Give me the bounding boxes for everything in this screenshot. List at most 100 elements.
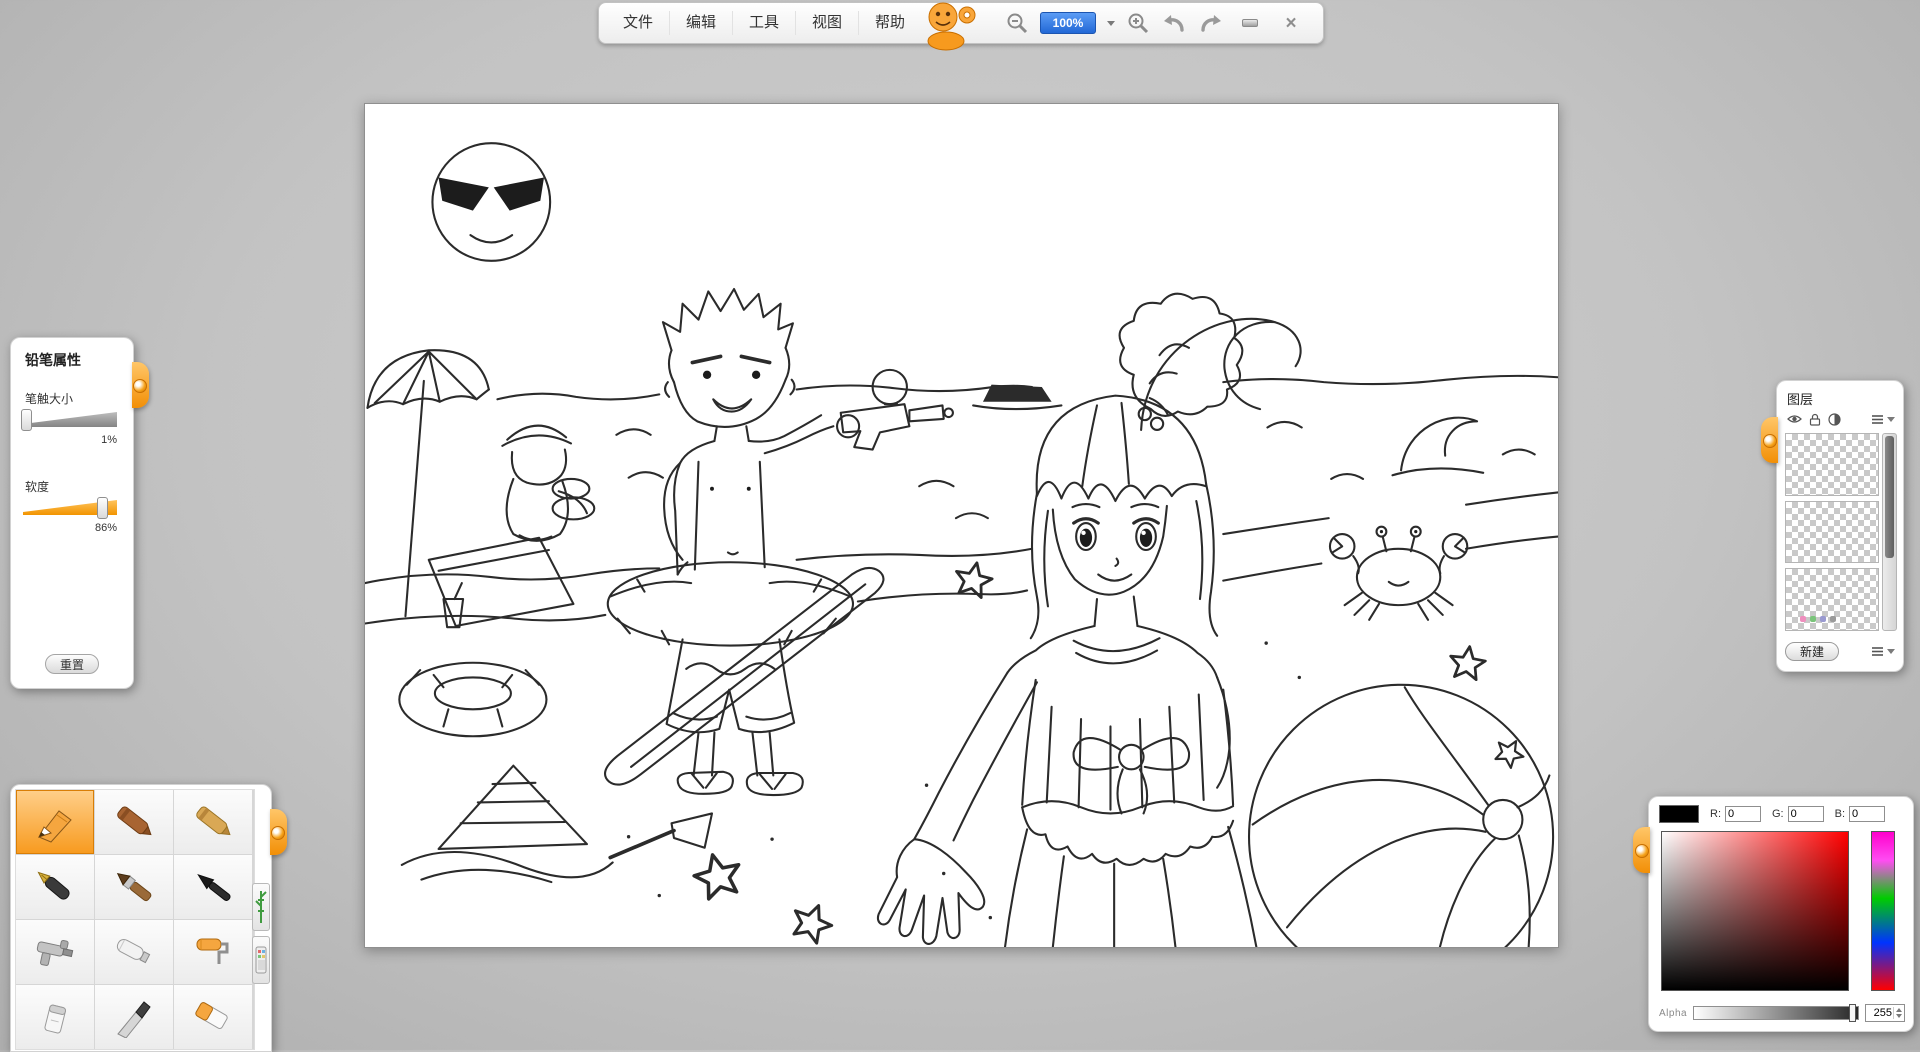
- blend-circle-icon[interactable]: [1828, 413, 1841, 426]
- bamboo-icon: [255, 889, 267, 925]
- zoom-out-button[interactable]: [1005, 11, 1029, 35]
- stamp-tool-button[interactable]: [252, 936, 270, 984]
- layer-options-icon: [1871, 646, 1884, 657]
- red-input[interactable]: [1725, 806, 1761, 822]
- pencil-icon: [31, 801, 79, 843]
- tool-paint-brush[interactable]: [95, 855, 173, 919]
- tool-fountain-pen[interactable]: [16, 855, 94, 919]
- current-color-swatch[interactable]: [1659, 805, 1699, 823]
- layers-header-icons: [1787, 411, 1895, 427]
- tool-paint-jar[interactable]: [16, 985, 94, 1049]
- caret-down-icon: [1887, 417, 1895, 422]
- layer-thumbnail-3[interactable]: [1785, 568, 1879, 631]
- drawing-canvas[interactable]: [364, 103, 1559, 948]
- tool-crayon[interactable]: [95, 790, 173, 854]
- mascot-clown-button[interactable]: [920, 0, 984, 52]
- clown-dot-icon: [271, 826, 285, 840]
- crab: [1330, 527, 1467, 620]
- palette-knife-icon: [110, 996, 158, 1038]
- green-input[interactable]: [1788, 806, 1824, 822]
- color-panel-handle[interactable]: [1633, 827, 1650, 873]
- layers-scrollbar-thumb[interactable]: [1885, 436, 1894, 558]
- menu-help[interactable]: 帮助: [859, 11, 921, 35]
- wave-right: [1392, 418, 1483, 476]
- tool-eraser[interactable]: [174, 985, 252, 1049]
- undo-button[interactable]: [1161, 11, 1187, 35]
- pencil-panel-title: 铅笔属性: [25, 350, 81, 370]
- ink-brush-icon: [189, 866, 237, 908]
- tool-grid: [15, 789, 255, 1050]
- paint-mark: [1820, 616, 1826, 622]
- toddler: [502, 426, 594, 541]
- tool-chalk[interactable]: [174, 790, 252, 854]
- reset-button[interactable]: 重置: [45, 654, 99, 674]
- hue-strip[interactable]: [1871, 831, 1895, 991]
- wave-crest: [1141, 319, 1300, 430]
- stamp-icon: [255, 946, 267, 974]
- magnifier-minus-icon: [1005, 11, 1029, 35]
- brush-size-slider-handle[interactable]: [21, 409, 32, 431]
- tool-palette-knife[interactable]: [95, 985, 173, 1049]
- pencil-properties-panel: 铅笔属性 笔触大小 1% 软度 86% 重置: [10, 337, 134, 689]
- toy-shovel: [610, 813, 712, 857]
- paint-brush-icon: [110, 866, 158, 908]
- paint-jar-icon: [31, 996, 79, 1038]
- close-button[interactable]: ×: [1276, 12, 1306, 34]
- tool-paint-tube[interactable]: [95, 920, 173, 984]
- tool-airbrush[interactable]: [16, 920, 94, 984]
- layer-options-button[interactable]: [1871, 646, 1895, 657]
- paint-tube-icon: [110, 931, 158, 973]
- layers-scrollbar[interactable]: [1882, 433, 1897, 631]
- alpha-slider-handle[interactable]: [1849, 1004, 1856, 1022]
- redo-button[interactable]: [1198, 11, 1224, 35]
- alpha-row: Alpha: [1659, 1005, 1905, 1021]
- bamboo-tool-button[interactable]: [252, 883, 270, 931]
- tool-paint-roller[interactable]: [174, 920, 252, 984]
- menu-edit[interactable]: 编辑: [670, 11, 733, 35]
- menu-bar: 文件 编辑 工具 视图 帮助: [607, 11, 921, 35]
- pencil-panel-handle[interactable]: [132, 362, 149, 408]
- alpha-input[interactable]: [1866, 1007, 1893, 1019]
- alpha-slider[interactable]: [1693, 1006, 1859, 1020]
- zoom-in-button[interactable]: [1126, 11, 1150, 35]
- tool-palette-handle[interactable]: [270, 809, 287, 855]
- minimize-button[interactable]: [1235, 12, 1265, 34]
- layer-thumbnail-1[interactable]: [1785, 433, 1879, 496]
- color-values-row: R: G: B:: [1659, 805, 1905, 823]
- menu-file[interactable]: 文件: [607, 11, 670, 35]
- clown-dot-icon: [1763, 434, 1777, 448]
- alpha-label: Alpha: [1659, 1008, 1687, 1019]
- lock-icon[interactable]: [1809, 413, 1821, 426]
- saturation-value-box[interactable]: [1661, 831, 1849, 991]
- tool-pencil[interactable]: [16, 790, 94, 854]
- beach-umbrella: [367, 350, 488, 616]
- crayon-icon: [110, 801, 158, 843]
- blue-input[interactable]: [1849, 806, 1885, 822]
- layers-panel-handle[interactable]: [1761, 417, 1778, 463]
- layers-footer: 新建: [1785, 642, 1895, 661]
- spin-down-icon[interactable]: [1896, 1014, 1902, 1018]
- layers-panel: 图层: [1776, 380, 1904, 672]
- red-label: R:: [1710, 808, 1721, 820]
- zoom-dropdown-arrow[interactable]: [1107, 21, 1115, 26]
- sun-with-sunglasses: [432, 143, 550, 261]
- eraser-icon: [189, 996, 237, 1038]
- brush-size-slider[interactable]: [23, 412, 117, 427]
- layer-menu-button[interactable]: [1871, 414, 1895, 425]
- beach-line-art: [365, 104, 1558, 947]
- zoom-level-badge[interactable]: 100%: [1040, 12, 1096, 34]
- redo-arrow-icon: [1198, 11, 1224, 35]
- layer-thumbnail-2[interactable]: [1785, 501, 1879, 564]
- softness-slider[interactable]: [23, 500, 117, 515]
- spin-up-icon[interactable]: [1896, 1008, 1902, 1012]
- layer-menu-icon: [1871, 414, 1884, 425]
- menu-view[interactable]: 视图: [796, 11, 859, 35]
- menu-tools[interactable]: 工具: [733, 11, 796, 35]
- new-layer-button[interactable]: 新建: [1785, 642, 1839, 661]
- tool-ink-brush[interactable]: [174, 855, 252, 919]
- surfboard: [605, 568, 883, 785]
- softness-slider-handle[interactable]: [97, 497, 108, 519]
- brush-size-value: 1%: [101, 434, 117, 446]
- tool-palette: [10, 784, 272, 1052]
- visibility-eye-icon[interactable]: [1787, 413, 1802, 425]
